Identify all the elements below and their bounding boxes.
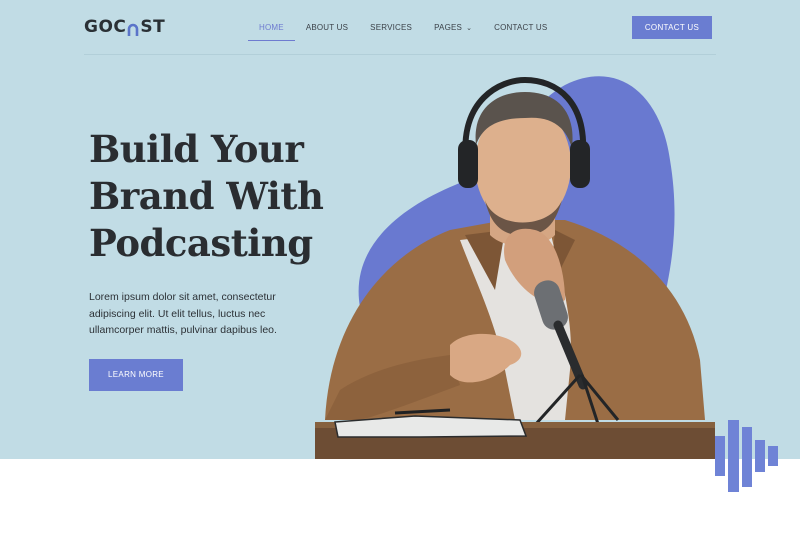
chevron-down-icon: ⌄: [466, 25, 473, 32]
hero-description: Lorem ipsum dolor sit amet, consectetur …: [89, 291, 277, 336]
nav-item-services[interactable]: SERVICES: [359, 14, 423, 41]
headline-line-1: Build Your: [89, 127, 304, 171]
nav-item-label: HOME: [259, 23, 284, 32]
notebook: [334, 415, 528, 438]
next-section: [0, 459, 800, 533]
learn-more-button[interactable]: LEARN MORE: [89, 359, 183, 391]
headline-line-2: Brand With: [89, 174, 324, 218]
hero-headline: Build Your Brand With Podcasting: [89, 126, 329, 267]
main-nav: HOME ABOUT US SERVICES PAGES ⌄ CONTACT US: [248, 14, 558, 41]
contact-us-button[interactable]: CONTACT US: [632, 16, 712, 39]
nav-item-contact-us[interactable]: CONTACT US: [483, 14, 558, 41]
nav-item-label: CONTACT US: [494, 23, 548, 32]
hero-section: GOC ST HOME ABOUT US SERVICES PAGES ⌄ CON…: [0, 0, 800, 459]
logo-arch-icon: [127, 21, 139, 36]
sound-wave-icon: [715, 420, 778, 492]
podcaster-photo: [315, 76, 715, 459]
header-divider: [84, 54, 716, 55]
nav-item-label: PAGES: [434, 23, 463, 32]
logo-text-left: GOC: [84, 17, 127, 37]
logo-text-right: ST: [140, 17, 166, 37]
nav-item-label: SERVICES: [370, 23, 413, 32]
site-logo[interactable]: GOC ST: [84, 17, 165, 37]
nav-item-pages[interactable]: PAGES ⌄: [423, 14, 483, 41]
nav-item-label: ABOUT US: [305, 23, 349, 32]
nav-item-home[interactable]: HOME: [248, 14, 295, 41]
nav-item-about-us[interactable]: ABOUT US: [295, 14, 359, 41]
headline-line-3: Podcasting: [89, 221, 313, 265]
